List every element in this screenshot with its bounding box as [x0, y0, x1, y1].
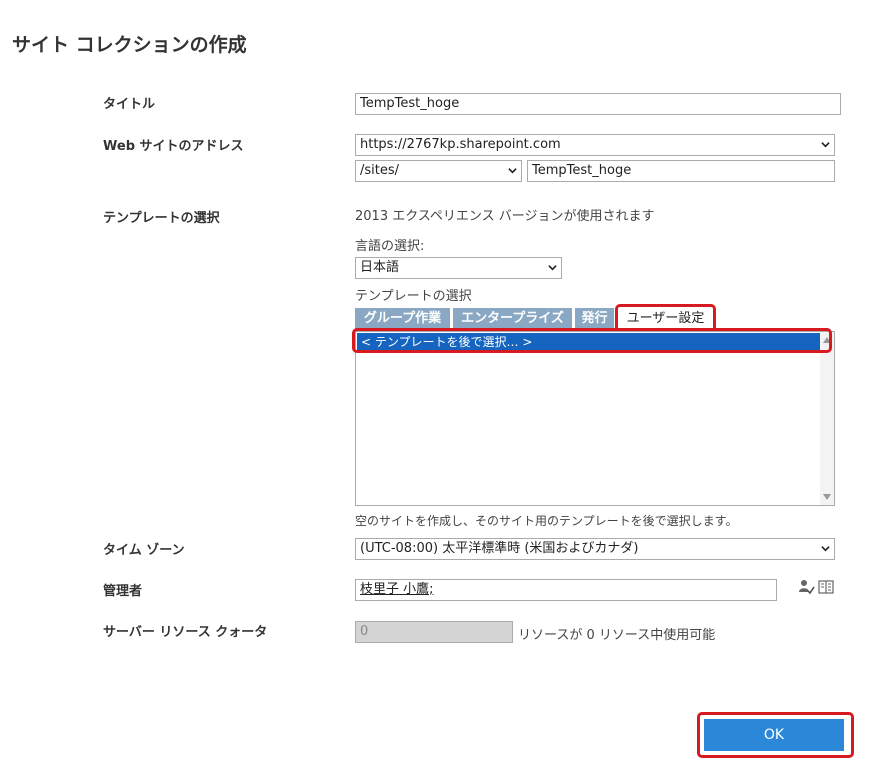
tab-publishing[interactable]: 発行	[575, 308, 614, 330]
scrollbar[interactable]	[820, 332, 834, 505]
template-listbox[interactable]: < テンプレートを後で選択… >	[355, 331, 835, 506]
site-name-input[interactable]: TempTest_hoge	[527, 160, 835, 182]
timezone-value: (UTC-08:00) 太平洋標準時 (米国およびカナダ)	[360, 541, 639, 556]
tab-enterprise[interactable]: エンタープライズ	[453, 308, 572, 330]
domain-select[interactable]: https://2767kp.sharepoint.com	[355, 134, 835, 156]
template-list-label: テンプレートの選択	[355, 289, 472, 304]
template-label: テンプレートの選択	[103, 211, 220, 226]
quota-input[interactable]: 0	[355, 621, 513, 643]
language-value: 日本語	[360, 260, 400, 275]
address-book-icon[interactable]	[818, 580, 834, 594]
domain-value: https://2767kp.sharepoint.com	[360, 137, 561, 152]
check-names-icon[interactable]	[799, 579, 815, 595]
scroll-down-icon[interactable]	[823, 493, 831, 501]
chevron-down-icon	[821, 142, 830, 148]
tab-collaboration[interactable]: グループ作業	[355, 308, 450, 330]
list-item[interactable]: < テンプレートを後で選択… >	[357, 333, 833, 351]
timezone-select[interactable]: (UTC-08:00) 太平洋標準時 (米国およびカナダ)	[355, 538, 835, 560]
admin-label: 管理者	[103, 584, 143, 599]
title-input[interactable]: TempTest_hoge	[355, 93, 841, 115]
ok-button[interactable]: OK	[704, 719, 844, 751]
template-description: 空のサイトを作成し、そのサイト用のテンプレートを後で選択します。	[355, 514, 738, 528]
chevron-down-icon	[548, 265, 557, 271]
chevron-down-icon	[508, 168, 517, 174]
title-label: タイトル	[103, 97, 156, 112]
quota-suffix: リソースが 0 リソース中使用可能	[518, 628, 716, 643]
path-value: /sites/	[360, 163, 400, 178]
scroll-up-icon[interactable]	[823, 336, 831, 344]
language-select[interactable]: 日本語	[355, 257, 562, 279]
language-label: 言語の選択:	[355, 239, 425, 254]
tab-custom[interactable]: ユーザー設定	[619, 308, 712, 330]
admin-input[interactable]: 枝里子 小鷹;	[355, 579, 777, 601]
quota-label: サーバー リソース クォータ	[103, 625, 268, 640]
chevron-down-icon	[821, 546, 830, 552]
page-title: サイト コレクションの作成	[12, 34, 247, 56]
timezone-label: タイム ゾーン	[103, 543, 185, 558]
web-address-label: Web サイトのアドレス	[103, 139, 244, 154]
version-text: 2013 エクスペリエンス バージョンが使用されます	[355, 209, 655, 224]
path-select[interactable]: /sites/	[355, 160, 522, 182]
admin-value: 枝里子 小鷹;	[360, 582, 434, 597]
